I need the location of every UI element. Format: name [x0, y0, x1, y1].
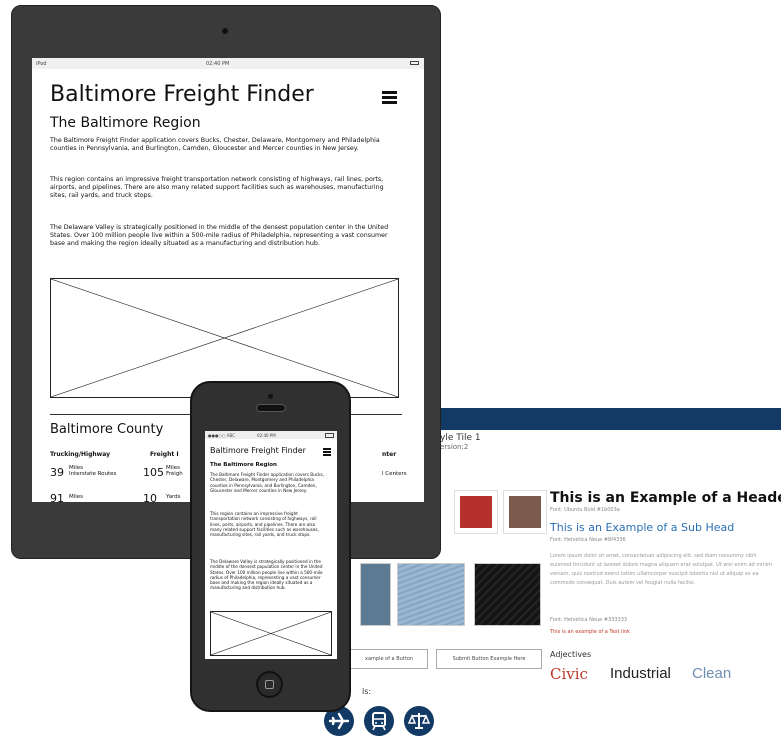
icons-label: ls:: [362, 687, 372, 696]
adjective-clean: Clean: [692, 665, 732, 682]
adjectives-label: Adjectives: [550, 650, 592, 659]
region-paragraph-3: The Delaware Valley is strategically pos…: [210, 559, 323, 591]
train-icon: [364, 706, 394, 736]
texture-swatch-slate: [360, 563, 391, 626]
region-heading: The Baltimore Region: [50, 115, 201, 131]
stat-label: Interstate Routes: [69, 471, 117, 477]
adjective-civic: Civic: [550, 665, 588, 683]
column-header-freight: Freight I: [150, 451, 179, 458]
header-font-spec: Font: Ubuntu Bold #1b003a: [550, 507, 620, 513]
app-title: Baltimore Freight Finder: [50, 82, 314, 107]
column-header-intermodal: nter: [382, 451, 397, 458]
tablet-status-bar: iPod 02:40 PM: [32, 58, 424, 69]
header-example: This is an Example of a Header: [550, 490, 781, 506]
phone-camera: [268, 394, 273, 399]
battery-icon: [410, 61, 419, 65]
stat-value: 39: [50, 466, 64, 479]
hamburger-menu-icon[interactable]: [323, 448, 331, 456]
region-paragraph-2: This region contains an impressive freig…: [50, 176, 384, 199]
stat-label: Freigh: [166, 471, 183, 477]
text-link-example[interactable]: This is an example of a Text link: [550, 629, 630, 635]
image-placeholder: [210, 611, 332, 656]
color-swatch-red: [454, 490, 498, 534]
scales-icon: [404, 706, 434, 736]
body-font-spec: Font: Helvetica Neue #333333: [550, 617, 628, 623]
county-heading: Baltimore County: [50, 422, 164, 437]
style-tile-version: ersion:2: [440, 443, 469, 451]
battery-icon: [325, 433, 334, 438]
column-header-trucking: Trucking/Highway: [50, 451, 110, 458]
texture-swatch-blue-weave: [397, 563, 465, 626]
region-paragraph-1: The Baltimore Freight Finder application…: [50, 137, 380, 152]
example-button[interactable]: xample of a Button: [350, 649, 428, 669]
tablet-camera: [222, 28, 228, 34]
style-tile-title: yle Tile 1: [440, 433, 481, 443]
texture-swatch-dark-carbon: [474, 563, 541, 626]
region-heading: The Baltimore Region: [210, 462, 277, 468]
home-button[interactable]: [256, 671, 283, 698]
submit-button-example[interactable]: Submit Button Example Here: [436, 649, 542, 669]
adjective-industrial: Industrial: [610, 665, 671, 682]
phone-speaker: [256, 404, 286, 412]
stat-unit: Yards: [166, 494, 181, 500]
region-paragraph-3: The Delaware Valley is strategically pos…: [50, 224, 389, 247]
home-button-square-icon: [265, 680, 274, 689]
stat-value: 105: [143, 466, 164, 479]
stat-label: l Centers: [382, 471, 407, 477]
status-carrier: ●●●○○ ABC: [208, 433, 235, 438]
phone-device: ●●●○○ ABC 02:40 PM Baltimore Freight Fin…: [190, 381, 351, 712]
subhead-font-spec: Font: Helvetica Neue #8f4336: [550, 537, 626, 543]
stat-unit: Miles: [69, 494, 84, 500]
region-paragraph-1: The Baltimore Freight Finder application…: [210, 472, 325, 493]
app-title: Baltimore Freight Finder: [210, 446, 306, 455]
region-paragraph-2: This region contains an impressive freig…: [210, 511, 319, 538]
hamburger-menu-icon[interactable]: [382, 91, 397, 104]
phone-status-bar: ●●●○○ ABC 02:40 PM: [205, 431, 337, 439]
style-tile-header-bar: [440, 408, 781, 430]
phone-screen: ●●●○○ ABC 02:40 PM Baltimore Freight Fin…: [205, 431, 337, 659]
status-time: 02:40 PM: [206, 61, 230, 67]
body-text-example: Lorem ipsum dolor sit amet, consectetuer…: [550, 553, 773, 586]
status-carrier: iPod: [36, 61, 47, 67]
stat-value: 10: [143, 492, 157, 502]
status-time: 02:40 PM: [257, 433, 276, 438]
stat-value: 91: [50, 492, 64, 502]
subhead-example: This is an Example of a Sub Head: [550, 521, 735, 534]
image-placeholder: [50, 278, 399, 398]
color-swatch-brown: [503, 490, 547, 534]
